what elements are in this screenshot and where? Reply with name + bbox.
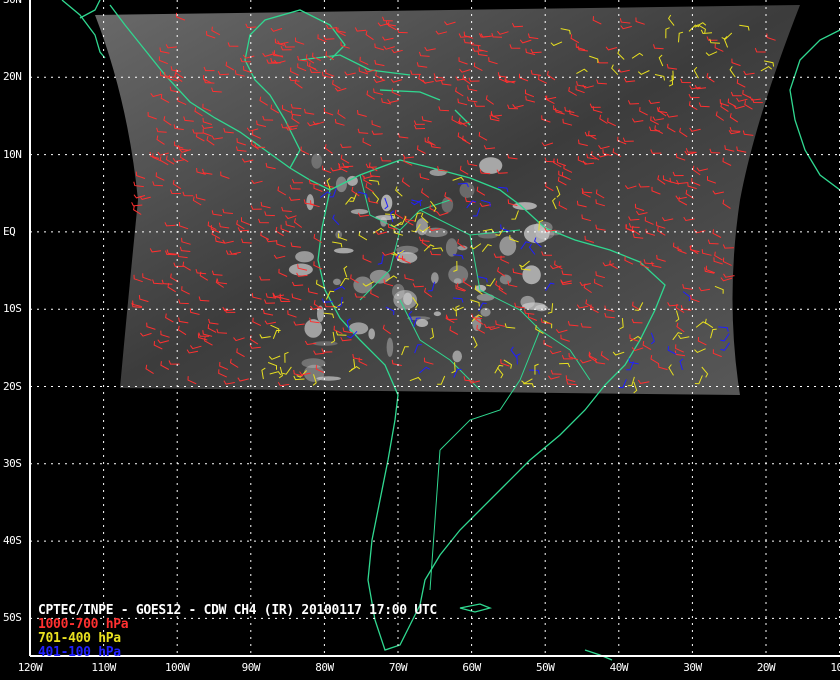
cloud — [479, 157, 503, 174]
satellite-wind-map: 30N 20N 10N EQ 10S 20S 30S 40S 50S 120W 110W 100W 9… — [0, 0, 840, 680]
cloud — [499, 274, 512, 285]
cloud — [369, 269, 390, 284]
cloud — [433, 311, 442, 317]
falklands — [459, 603, 493, 613]
lon-label: 40W — [609, 661, 629, 674]
cloud — [520, 295, 535, 309]
cloud — [423, 227, 448, 238]
lon-label: 20W — [756, 661, 776, 674]
lon-label: 90W — [241, 661, 261, 674]
lon-label: 10W — [830, 661, 840, 674]
lon-label: 80W — [315, 661, 334, 674]
cloud — [368, 328, 375, 340]
cloud — [445, 238, 458, 257]
cloud — [306, 194, 314, 211]
map-title: CPTEC/INPE - GOES12 - CDW CH4 (IR) 20100… — [38, 603, 437, 618]
lon-label: 50W — [536, 661, 555, 674]
cloud — [303, 364, 325, 382]
legend-high-level: 401-100 hPa — [38, 645, 121, 660]
cloud — [295, 251, 314, 263]
lat-label: 20S — [3, 379, 22, 393]
legend-low-level: 1000-700 hPa — [38, 617, 129, 632]
lat-label: 30N — [3, 0, 22, 6]
cloud — [448, 265, 469, 284]
lat-label: 20N — [3, 70, 22, 84]
lat-label: 30S — [3, 456, 22, 470]
lon-label: 100W — [164, 661, 190, 674]
cloud — [311, 153, 323, 169]
baja-california-coast — [61, 0, 106, 59]
cloud — [403, 292, 413, 306]
cloud — [386, 337, 394, 357]
cloud — [476, 293, 495, 302]
lat-label: EQ — [3, 224, 16, 238]
lon-label: 30W — [683, 661, 702, 674]
cloud — [333, 247, 354, 254]
lat-label: 40S — [3, 534, 22, 548]
cloud — [332, 278, 341, 286]
cloud — [441, 196, 454, 213]
cloud — [312, 341, 338, 346]
cloud — [499, 236, 517, 256]
legend-mid-level: 701-400 hPa — [38, 631, 121, 646]
cloud — [415, 319, 429, 328]
lon-label: 120W — [17, 661, 43, 674]
lat-label: 10N — [3, 147, 22, 161]
africa-coast — [789, 29, 840, 191]
lat-label: 10S — [3, 302, 22, 316]
lon-label: 110W — [91, 661, 116, 674]
cloud — [350, 209, 369, 215]
cloud — [452, 350, 463, 363]
lat-label: 50S — [3, 611, 22, 625]
cloud — [522, 265, 541, 285]
lon-label: 70W — [388, 661, 408, 674]
lon-label: 60W — [462, 661, 481, 674]
cloud — [288, 263, 313, 276]
map-canvas — [29, 0, 840, 661]
